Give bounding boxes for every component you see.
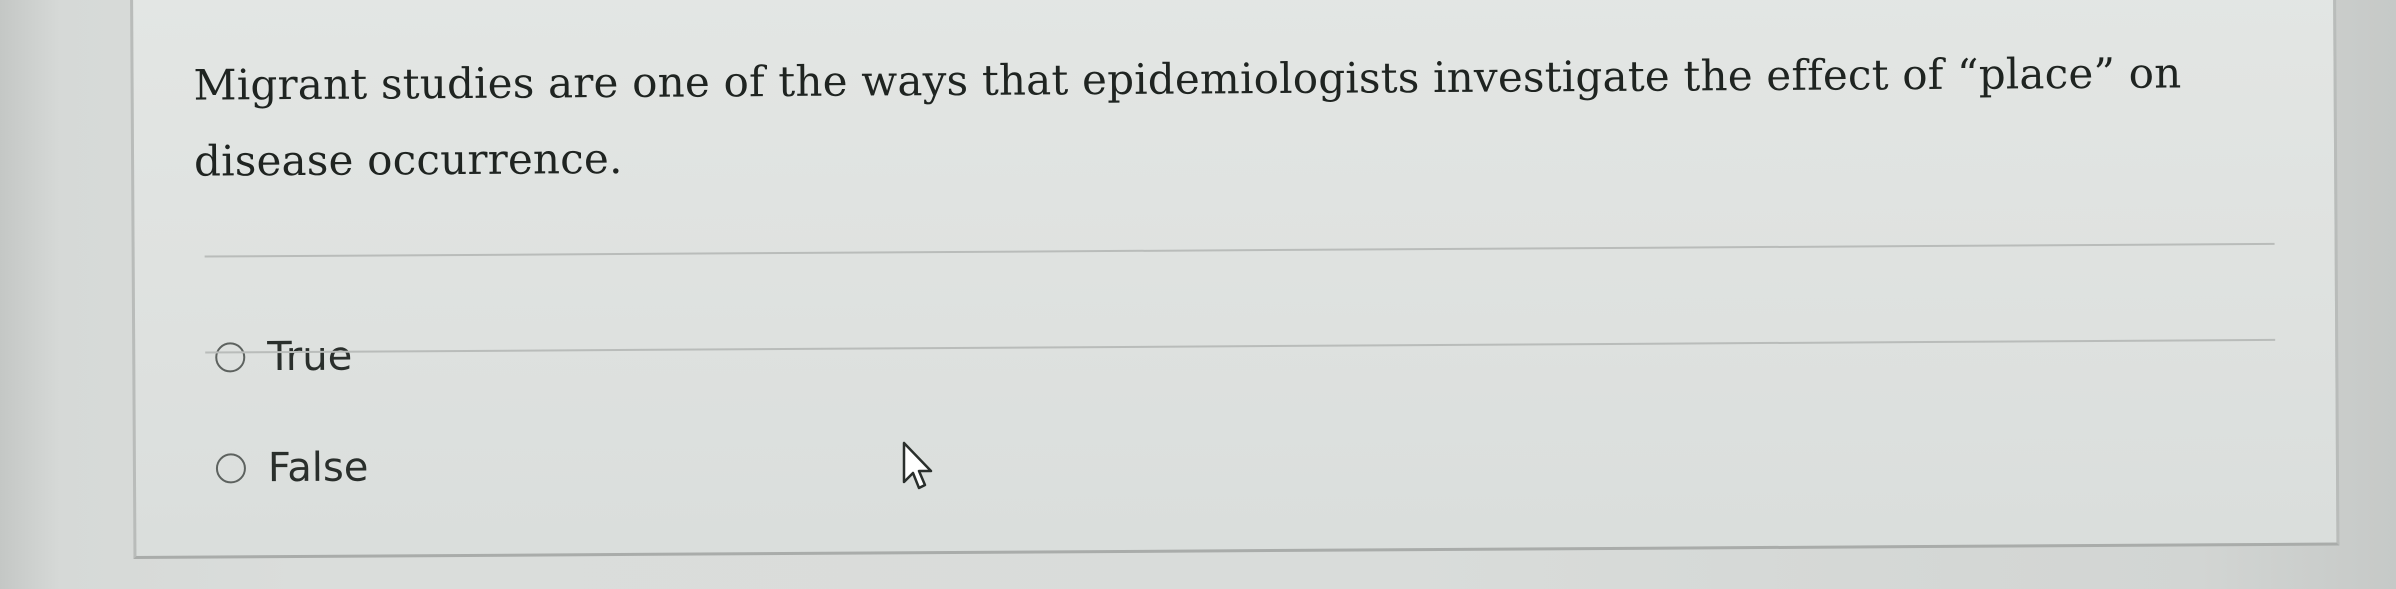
radio-unchecked-icon[interactable] xyxy=(215,342,246,373)
radio-unchecked-icon[interactable] xyxy=(215,453,247,484)
option-false[interactable]: False xyxy=(215,443,369,494)
option-divider xyxy=(205,338,2276,354)
option-false-label: False xyxy=(267,444,369,492)
question-card: Migrant studies are one of the ways that… xyxy=(130,0,2340,559)
screen-background: Migrant studies are one of the ways that… xyxy=(0,0,2396,589)
question-divider xyxy=(204,242,2275,258)
mouse-pointer-icon xyxy=(902,441,933,490)
option-true-label: True xyxy=(267,333,353,381)
question-text: Migrant studies are one of the ways that… xyxy=(193,48,2182,186)
option-true[interactable]: True xyxy=(215,332,352,383)
